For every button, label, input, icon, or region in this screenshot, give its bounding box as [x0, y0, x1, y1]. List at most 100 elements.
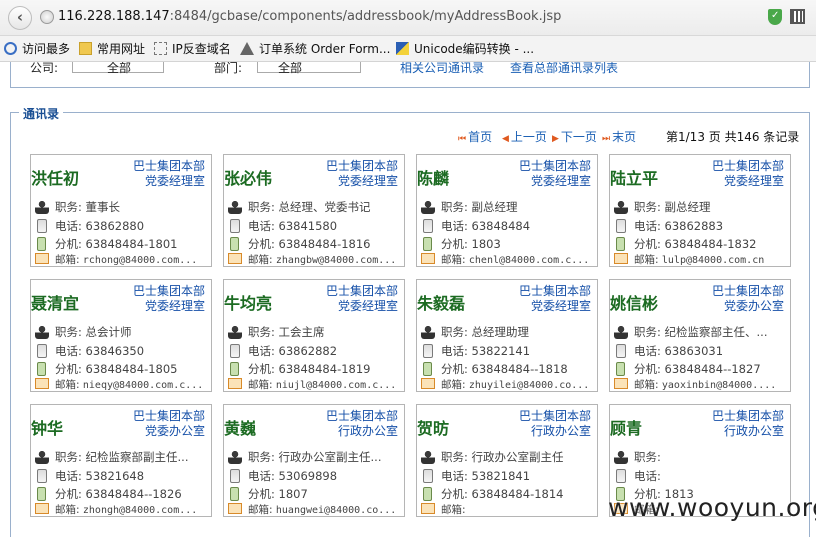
hq-list-link[interactable]: 查看总部通讯录列表: [510, 62, 618, 76]
org-department: 党委办公室: [144, 424, 205, 438]
contact-ext-row: 分机: 63848484-1832: [614, 236, 788, 253]
bookmark-order-form[interactable]: 订单系统 Order Form...: [240, 41, 390, 57]
contact-ext: 63848484--1826: [85, 487, 182, 501]
mobile-icon: [423, 237, 432, 251]
contact-email-row: 邮箱: niujl@84000.com.c...: [228, 377, 402, 394]
title-label: 职务:: [55, 200, 82, 214]
contact-name[interactable]: 陆立平: [610, 165, 658, 189]
title-label: 职务:: [248, 325, 275, 339]
contact-ext-row: 分机: 63848484-1805: [35, 361, 209, 378]
contact-email-row: 邮箱: chenl@84000.com.c...: [421, 252, 595, 269]
contact-name[interactable]: 钟华: [31, 415, 63, 439]
contact-org: 巴士集团本部 党委经理室: [133, 284, 205, 314]
contact-phone-row: 电话: 53821648: [35, 468, 209, 485]
mobile-icon: [37, 362, 46, 376]
contact-card[interactable]: 牛均亮 巴士集团本部 党委经理室 职务: 工会主席 电话: 63862882 分机: 63…: [223, 279, 405, 392]
company-select[interactable]: 全部: [72, 62, 165, 75]
title-label: 职务:: [441, 450, 468, 464]
contact-phone-row: 电话: 63841580: [228, 218, 402, 235]
phone-icon: [230, 469, 240, 483]
section-legend: 通讯录: [19, 105, 64, 122]
org-department: 党委经理室: [337, 174, 398, 188]
contact-name[interactable]: 朱毅磊: [417, 290, 465, 314]
contact-name[interactable]: 贺昉: [417, 415, 449, 439]
contact-card[interactable]: 贺昉 巴士集团本部 行政办公室 职务: 行政办公室副主任 电话: 53821841 分机:…: [416, 404, 598, 517]
phone-label: 电话:: [634, 344, 661, 358]
phone-icon: [423, 219, 433, 233]
first-page-link[interactable]: ⏮ 首页: [458, 128, 492, 145]
ext-label: 分机:: [55, 237, 82, 251]
contact-email[interactable]: niujl@84000.com.c...: [276, 380, 396, 391]
bookmark-unicode[interactable]: Unicode编码转换 - ...: [396, 41, 534, 57]
org-department: 党委经理室: [144, 299, 205, 313]
first-icon: ⏮: [458, 134, 467, 144]
bookmark-common-sites[interactable]: 常用网址: [79, 41, 145, 57]
prev-page-link[interactable]: ◀ 上一页: [502, 128, 547, 145]
title-label: 职务:: [55, 325, 82, 339]
org-department: 党委经理室: [530, 174, 591, 188]
contact-email[interactable]: lulp@84000.com.cn: [662, 255, 764, 266]
contact-card[interactable]: 张必伟 巴士集团本部 党委经理室 职务: 总经理、党委书记 电话: 63841580 分机…: [223, 154, 405, 267]
contact-name[interactable]: 张必伟: [224, 165, 272, 189]
person-icon: [35, 450, 49, 464]
page-content: 公司: 全部 部门: 全部 相关公司通讯录 查看总部通讯录列表 通讯录 ⏮ 首页 …: [0, 62, 816, 537]
contact-name[interactable]: 陈麟: [417, 165, 449, 189]
contact-email-row: 邮箱: lulp@84000.com.cn: [614, 252, 788, 269]
contact-card[interactable]: 聂清宜 巴士集团本部 党委经理室 职务: 总会计师 电话: 63846350 分机: 63…: [30, 279, 212, 392]
contact-name[interactable]: 洪任初: [31, 165, 79, 189]
next-page-link[interactable]: ▶ 下一页: [552, 128, 597, 145]
contact-email[interactable]: rchong@84000.com...: [83, 255, 197, 266]
last-page-link[interactable]: ⏭ 末页: [602, 128, 636, 145]
contact-card[interactable]: 姚信彬 巴士集团本部 党委办公室 职务: 纪检监察部主任、... 电话: 6386303…: [609, 279, 791, 392]
contact-org: 巴士集团本部 行政办公室: [519, 409, 591, 439]
contact-email[interactable]: huangwei@84000.co...: [276, 505, 396, 516]
ext-label: 分机:: [441, 487, 468, 501]
globe-icon: [40, 10, 54, 24]
email-label: 邮箱:: [55, 379, 80, 391]
contact-name[interactable]: 牛均亮: [224, 290, 272, 314]
dept-select[interactable]: 全部: [257, 62, 362, 75]
email-label: 邮箱:: [634, 379, 659, 391]
contact-email-row: 邮箱: rchong@84000.com...: [35, 252, 209, 269]
bookmark-label: Unicode编码转换 - ...: [414, 42, 535, 56]
contact-email[interactable]: zhuyilei@84000.co...: [469, 380, 589, 391]
email-label: 邮箱:: [441, 379, 466, 391]
contact-title-row: 职务: 总会计师: [35, 324, 209, 341]
contact-name[interactable]: 黄巍: [224, 415, 256, 439]
bookmark-ip-lookup[interactable]: IP反查域名: [154, 41, 231, 57]
contact-phone: 63862883: [664, 219, 724, 233]
address-bar[interactable]: 116.228.188.147:8484/gcbase/components/a…: [58, 9, 561, 24]
contact-card[interactable]: 陆立平 巴士集团本部 党委经理室 职务: 副总经理 电话: 63862883 分机: 63…: [609, 154, 791, 267]
contact-title: 纪检监察部副主任...: [85, 450, 189, 464]
arrow-left-icon[interactable]: ‹: [8, 6, 32, 30]
contact-email[interactable]: yaoxinbin@84000....: [662, 380, 776, 391]
mobile-icon: [230, 487, 239, 501]
related-company-link[interactable]: 相关公司通讯录: [400, 62, 484, 76]
org-company: 巴士集团本部: [325, 284, 398, 298]
contact-phone: 63862880: [85, 219, 145, 233]
contact-card[interactable]: 朱毅磊 巴士集团本部 党委经理室 职务: 总经理助理 电话: 53822141 分机: 6…: [416, 279, 598, 392]
contact-title-row: 职务: 总经理助理: [421, 324, 595, 341]
contact-card[interactable]: 洪任初 巴士集团本部 党委经理室 职务: 董事长 电话: 63862880 分机: 638…: [30, 154, 212, 267]
person-icon: [228, 450, 242, 464]
contact-email[interactable]: zhongh@84000.com...: [83, 505, 197, 516]
shield-icon[interactable]: [768, 9, 782, 25]
contact-ext: 63848484-1814: [471, 487, 564, 501]
contact-email[interactable]: chenl@84000.com.c...: [469, 255, 589, 266]
contact-card[interactable]: 钟华 巴士集团本部 党委办公室 职务: 纪检监察部副主任... 电话: 53821648…: [30, 404, 212, 517]
org-company: 巴士集团本部: [325, 409, 398, 423]
contact-email[interactable]: zhangbw@84000.com...: [276, 255, 396, 266]
bookmark-most-visited[interactable]: 访问最多: [4, 41, 70, 57]
contact-card[interactable]: 陈麟 巴士集团本部 党委经理室 职务: 副总经理 电话: 63848484 分机: 180…: [416, 154, 598, 267]
contact-email-row: 邮箱: zhangbw@84000.com...: [228, 252, 402, 269]
contact-email[interactable]: nieqy@84000.com.c...: [83, 380, 203, 391]
contact-name[interactable]: 姚信彬: [610, 290, 658, 314]
qr-code-icon[interactable]: [790, 9, 805, 24]
bookmarks-bar: 访问最多 常用网址 IP反查域名 订单系统 Order Form... Unic…: [0, 36, 816, 62]
bookmark-label: 常用网址: [97, 42, 146, 56]
contact-ext: 63848484-1801: [85, 237, 178, 251]
ext-label: 分机:: [248, 487, 275, 501]
contact-card[interactable]: 黄巍 巴士集团本部 行政办公室 职务: 行政办公室副主任... 电话: 53069898…: [223, 404, 405, 517]
contact-name[interactable]: 聂清宜: [31, 290, 79, 314]
contact-name[interactable]: 顾青: [610, 415, 642, 439]
